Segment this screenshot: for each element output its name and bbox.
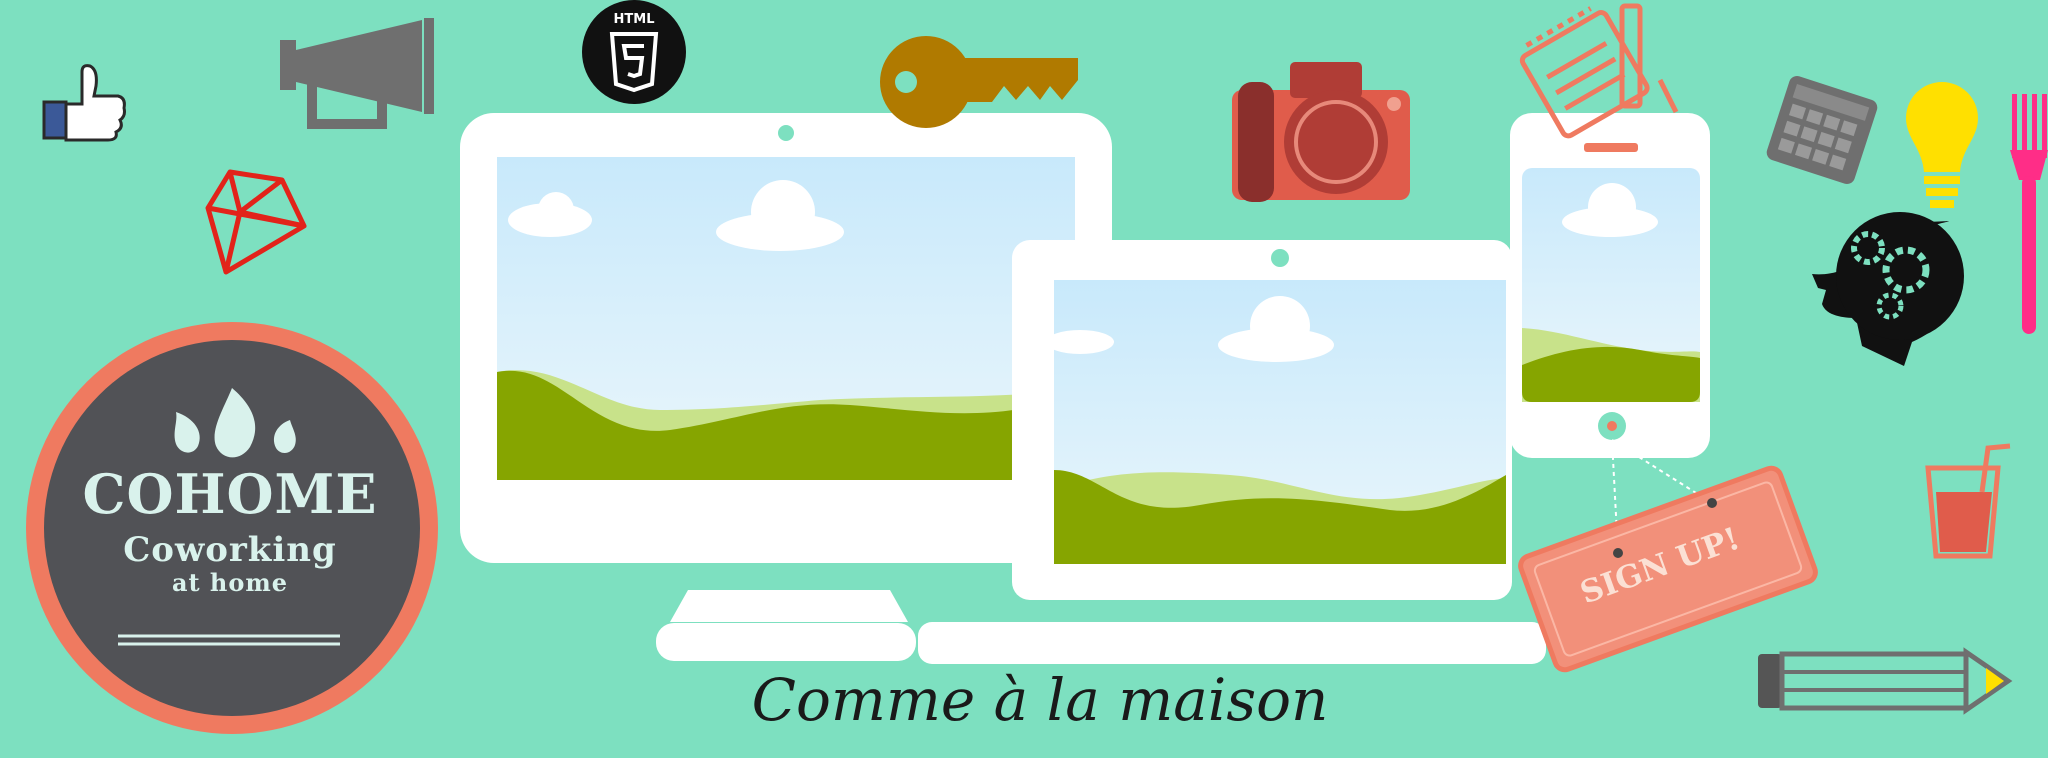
- pencil-icon: [1758, 647, 2013, 715]
- brand-subtitle: Coworking: [123, 530, 337, 570]
- html5-label: HTML: [613, 12, 655, 27]
- megaphone-icon: [280, 18, 434, 129]
- cohome-logo: [26, 322, 438, 734]
- phone: [1510, 113, 1710, 458]
- lightbulb-icon: [1906, 82, 1978, 208]
- illustration: [26, 0, 2048, 734]
- drink-glass-icon: [1925, 443, 2011, 559]
- camera-icon: [1232, 62, 1410, 202]
- calculator-icon: [1766, 76, 1878, 184]
- ruby-gem-icon: [205, 169, 307, 275]
- fork-icon: [2010, 94, 2048, 334]
- laptop: [918, 240, 1546, 664]
- thumbs-up-icon: [42, 64, 126, 142]
- brand-name: COHOME: [82, 462, 378, 526]
- brand-subtitle-2: at home: [171, 568, 289, 597]
- tagline: Comme à la maison: [751, 666, 1329, 734]
- hero-banner: HTML COHOME Coworking at home SIGN UP! C…: [0, 0, 2048, 758]
- head-gears-icon: [1812, 212, 1964, 366]
